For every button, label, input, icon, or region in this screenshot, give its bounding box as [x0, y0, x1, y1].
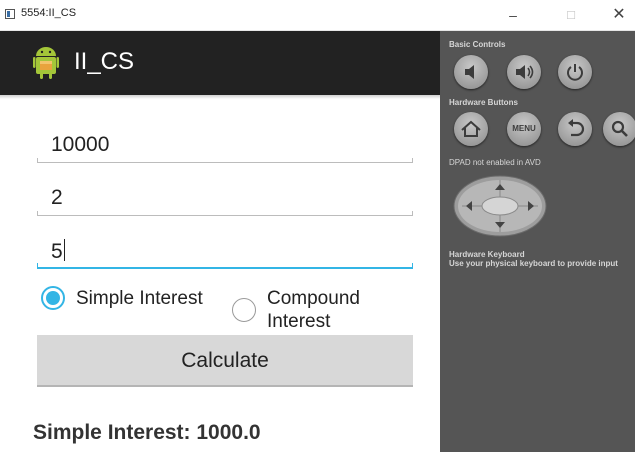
window-title: 5554:II_CS: [21, 7, 77, 19]
years-underline: [37, 211, 413, 216]
home-icon: [461, 120, 481, 137]
dpad-control: [453, 175, 547, 237]
compound-interest-radio[interactable]: [232, 298, 256, 322]
volume-up-button[interactable]: [507, 55, 541, 89]
simple-interest-radio[interactable]: [41, 286, 65, 310]
rate-underline: [37, 263, 413, 269]
keyboard-hint: Use your physical keyboard to provide in…: [449, 259, 618, 268]
keyboard-heading: Hardware Keyboard: [449, 250, 525, 259]
emulator-control-panel: Basic Controls Hardware Buttons MENU DPA…: [440, 31, 635, 452]
back-icon: [568, 119, 585, 137]
hardware-buttons-heading: Hardware Buttons: [449, 98, 518, 107]
years-input[interactable]: 2: [37, 180, 413, 216]
menu-button-label: MENU: [512, 124, 536, 133]
dpad-notice: DPAD not enabled in AVD: [449, 158, 541, 167]
principal-value: 10000: [51, 133, 110, 156]
close-button[interactable]: ✕: [601, 4, 635, 26]
rate-input[interactable]: 5: [37, 233, 413, 269]
simple-interest-label[interactable]: Simple Interest: [76, 287, 203, 310]
action-bar: II_CS: [0, 31, 440, 95]
volume-up-icon: [516, 65, 534, 79]
rate-value: 5: [51, 240, 63, 263]
result-text: Simple Interest: 1000.0: [33, 421, 261, 444]
calculate-button[interactable]: Calculate: [37, 335, 413, 387]
android-logo-icon: [33, 47, 59, 79]
principal-underline: [37, 158, 413, 163]
android-app-screen: II_CS 10000 2 5 Simple Interest Compound…: [0, 31, 440, 452]
search-icon: [611, 120, 628, 137]
search-button[interactable]: [603, 112, 635, 146]
principal-input[interactable]: 10000: [37, 127, 413, 163]
minimize-button[interactable]: –: [495, 4, 531, 26]
compound-interest-label-line2: Interest: [267, 311, 331, 332]
rate-value-wrap: 5: [51, 239, 65, 264]
window-titlebar: 5554:II_CS – □ ✕: [0, 0, 635, 31]
menu-button[interactable]: MENU: [507, 112, 541, 146]
text-cursor: [63, 239, 65, 261]
basic-controls-heading: Basic Controls: [449, 40, 506, 49]
power-icon: [567, 64, 583, 81]
action-bar-shadow: [0, 95, 440, 99]
back-button[interactable]: [558, 112, 592, 146]
volume-down-button[interactable]: [454, 55, 488, 89]
volume-down-icon: [465, 65, 474, 79]
maximize-button[interactable]: □: [553, 4, 589, 26]
years-value: 2: [51, 186, 63, 209]
window-app-icon: [5, 9, 15, 19]
home-button[interactable]: [454, 112, 488, 146]
app-title: II_CS: [74, 48, 135, 75]
compound-interest-label[interactable]: Compound Interest: [267, 287, 360, 333]
power-button[interactable]: [558, 55, 592, 89]
compound-interest-label-line1: Compound: [267, 288, 360, 309]
